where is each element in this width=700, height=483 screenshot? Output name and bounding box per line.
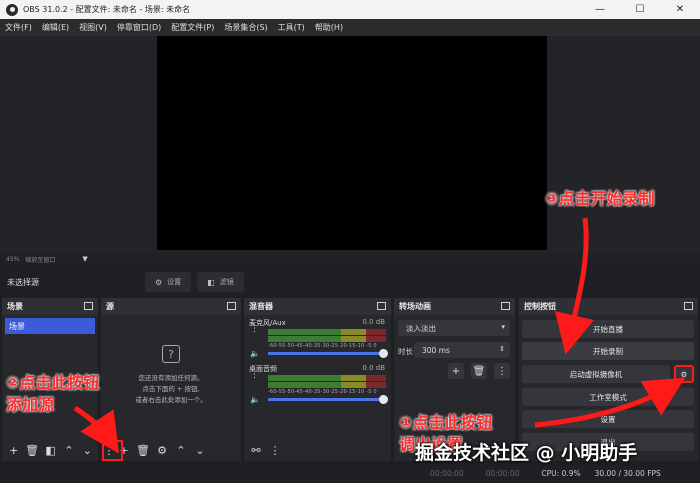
annotation-arrows: [73, 217, 686, 454]
watermark: 掘金技术社区 @ 小明助手: [415, 442, 638, 464]
annotation-line: 添加源: [6, 395, 55, 414]
annotation-step3: ③点击开始录制: [545, 189, 655, 208]
arrow-to-settings: [534, 377, 686, 428]
annotation-step2: ②点击此按钮 添加源: [6, 372, 100, 416]
annotation-line: ②点击此按钮: [6, 373, 100, 392]
annotation-line: ①点击此按钮: [399, 413, 493, 432]
arrow-to-record: [554, 217, 594, 355]
